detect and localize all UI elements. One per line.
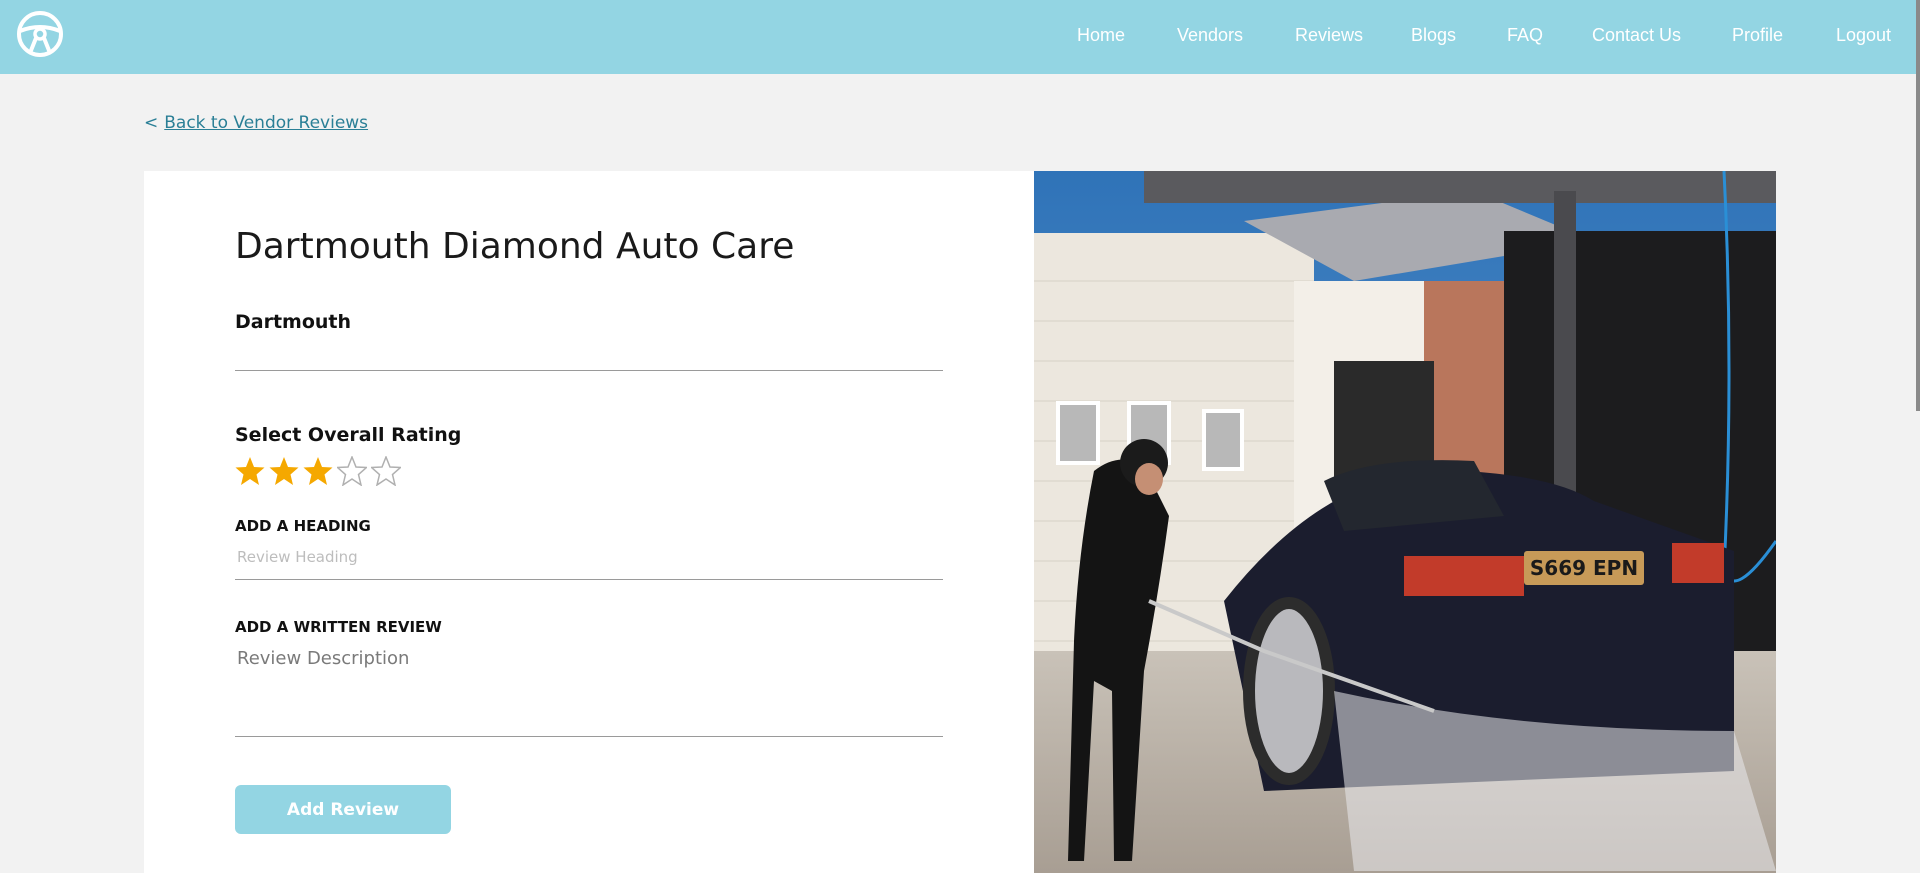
license-plate: S669 EPN bbox=[1530, 556, 1638, 580]
chevron-left-icon: < bbox=[144, 113, 159, 133]
car-wash-photo: S669 EPN bbox=[1034, 171, 1776, 873]
star-icon-4[interactable] bbox=[337, 456, 367, 486]
heading-field-label: ADD A HEADING bbox=[235, 517, 371, 535]
main-nav: Home Vendors Reviews Blogs FAQ Contact U… bbox=[0, 0, 1920, 74]
nav-link-logout[interactable]: Logout bbox=[1836, 25, 1891, 46]
nav-link-reviews[interactable]: Reviews bbox=[1295, 25, 1363, 46]
nav-link-home[interactable]: Home bbox=[1077, 25, 1125, 46]
rating-label: Select Overall Rating bbox=[235, 424, 462, 446]
review-heading-input[interactable] bbox=[235, 545, 942, 569]
add-review-button[interactable]: Add Review bbox=[235, 785, 451, 834]
nav-link-contact-us[interactable]: Contact Us bbox=[1592, 25, 1681, 46]
review-field-label: ADD A WRITTEN REVIEW bbox=[235, 618, 442, 636]
nav-link-profile[interactable]: Profile bbox=[1732, 25, 1783, 46]
car-wash-illustration: S669 EPN bbox=[1034, 171, 1776, 873]
vendor-name: Dartmouth Diamond Auto Care bbox=[235, 226, 795, 267]
review-description-input[interactable] bbox=[235, 648, 942, 726]
top-navbar: Home Vendors Reviews Blogs FAQ Contact U… bbox=[0, 0, 1920, 74]
star-icon-1[interactable] bbox=[235, 456, 265, 486]
star-icon-5[interactable] bbox=[371, 456, 401, 486]
nav-link-blogs[interactable]: Blogs bbox=[1411, 25, 1456, 46]
divider bbox=[235, 370, 943, 371]
review-underline bbox=[235, 736, 943, 737]
nav-link-vendors[interactable]: Vendors bbox=[1177, 25, 1243, 46]
vendor-location: Dartmouth bbox=[235, 311, 352, 333]
star-icon-3[interactable] bbox=[303, 456, 333, 486]
star-icon-2[interactable] bbox=[269, 456, 299, 486]
nav-link-faq[interactable]: FAQ bbox=[1507, 25, 1543, 46]
breadcrumb: < Back to Vendor Reviews bbox=[144, 113, 368, 133]
heading-underline bbox=[235, 579, 943, 580]
back-to-vendor-reviews-link[interactable]: Back to Vendor Reviews bbox=[164, 113, 368, 133]
page-scrollbar[interactable] bbox=[1916, 0, 1920, 411]
